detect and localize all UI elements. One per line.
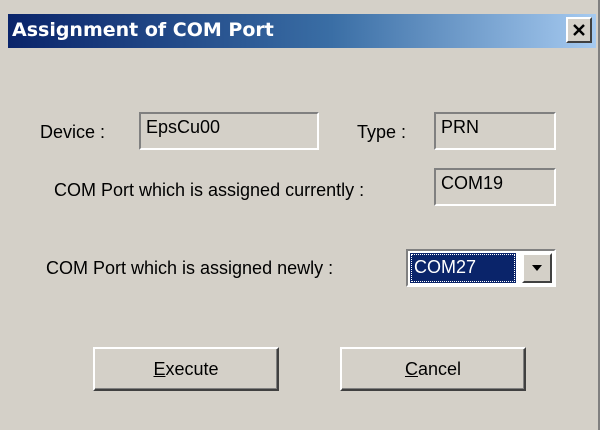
device-field: EpsCu00 xyxy=(139,112,319,150)
cancel-accel: C xyxy=(404,358,418,379)
chevron-down-icon xyxy=(532,265,542,271)
dropdown-button[interactable] xyxy=(522,253,552,283)
current-port-field: COM19 xyxy=(434,168,556,206)
execute-button[interactable]: Execute xyxy=(93,347,279,391)
execute-accel: E xyxy=(153,358,166,379)
device-label: Device : xyxy=(40,122,106,142)
new-port-label: COM Port which is assigned newly : xyxy=(46,258,334,278)
type-label: Type : xyxy=(357,122,407,142)
close-button[interactable] xyxy=(566,17,592,43)
current-port-label: COM Port which is assigned currently : xyxy=(54,180,365,200)
com-port-dialog: Assignment of COM Port Device : EpsCu00 … xyxy=(0,0,600,430)
close-icon xyxy=(573,24,585,36)
execute-label: xecute xyxy=(165,358,219,379)
dialog-title: Assignment of COM Port xyxy=(12,19,274,41)
cancel-label: ancel xyxy=(417,358,462,379)
cancel-button[interactable]: Cancel xyxy=(340,347,526,391)
type-field: PRN xyxy=(434,112,556,150)
new-port-select[interactable]: COM27 xyxy=(406,249,556,287)
title-bar[interactable]: Assignment of COM Port xyxy=(8,14,596,48)
new-port-selected-value[interactable]: COM27 xyxy=(410,253,516,283)
